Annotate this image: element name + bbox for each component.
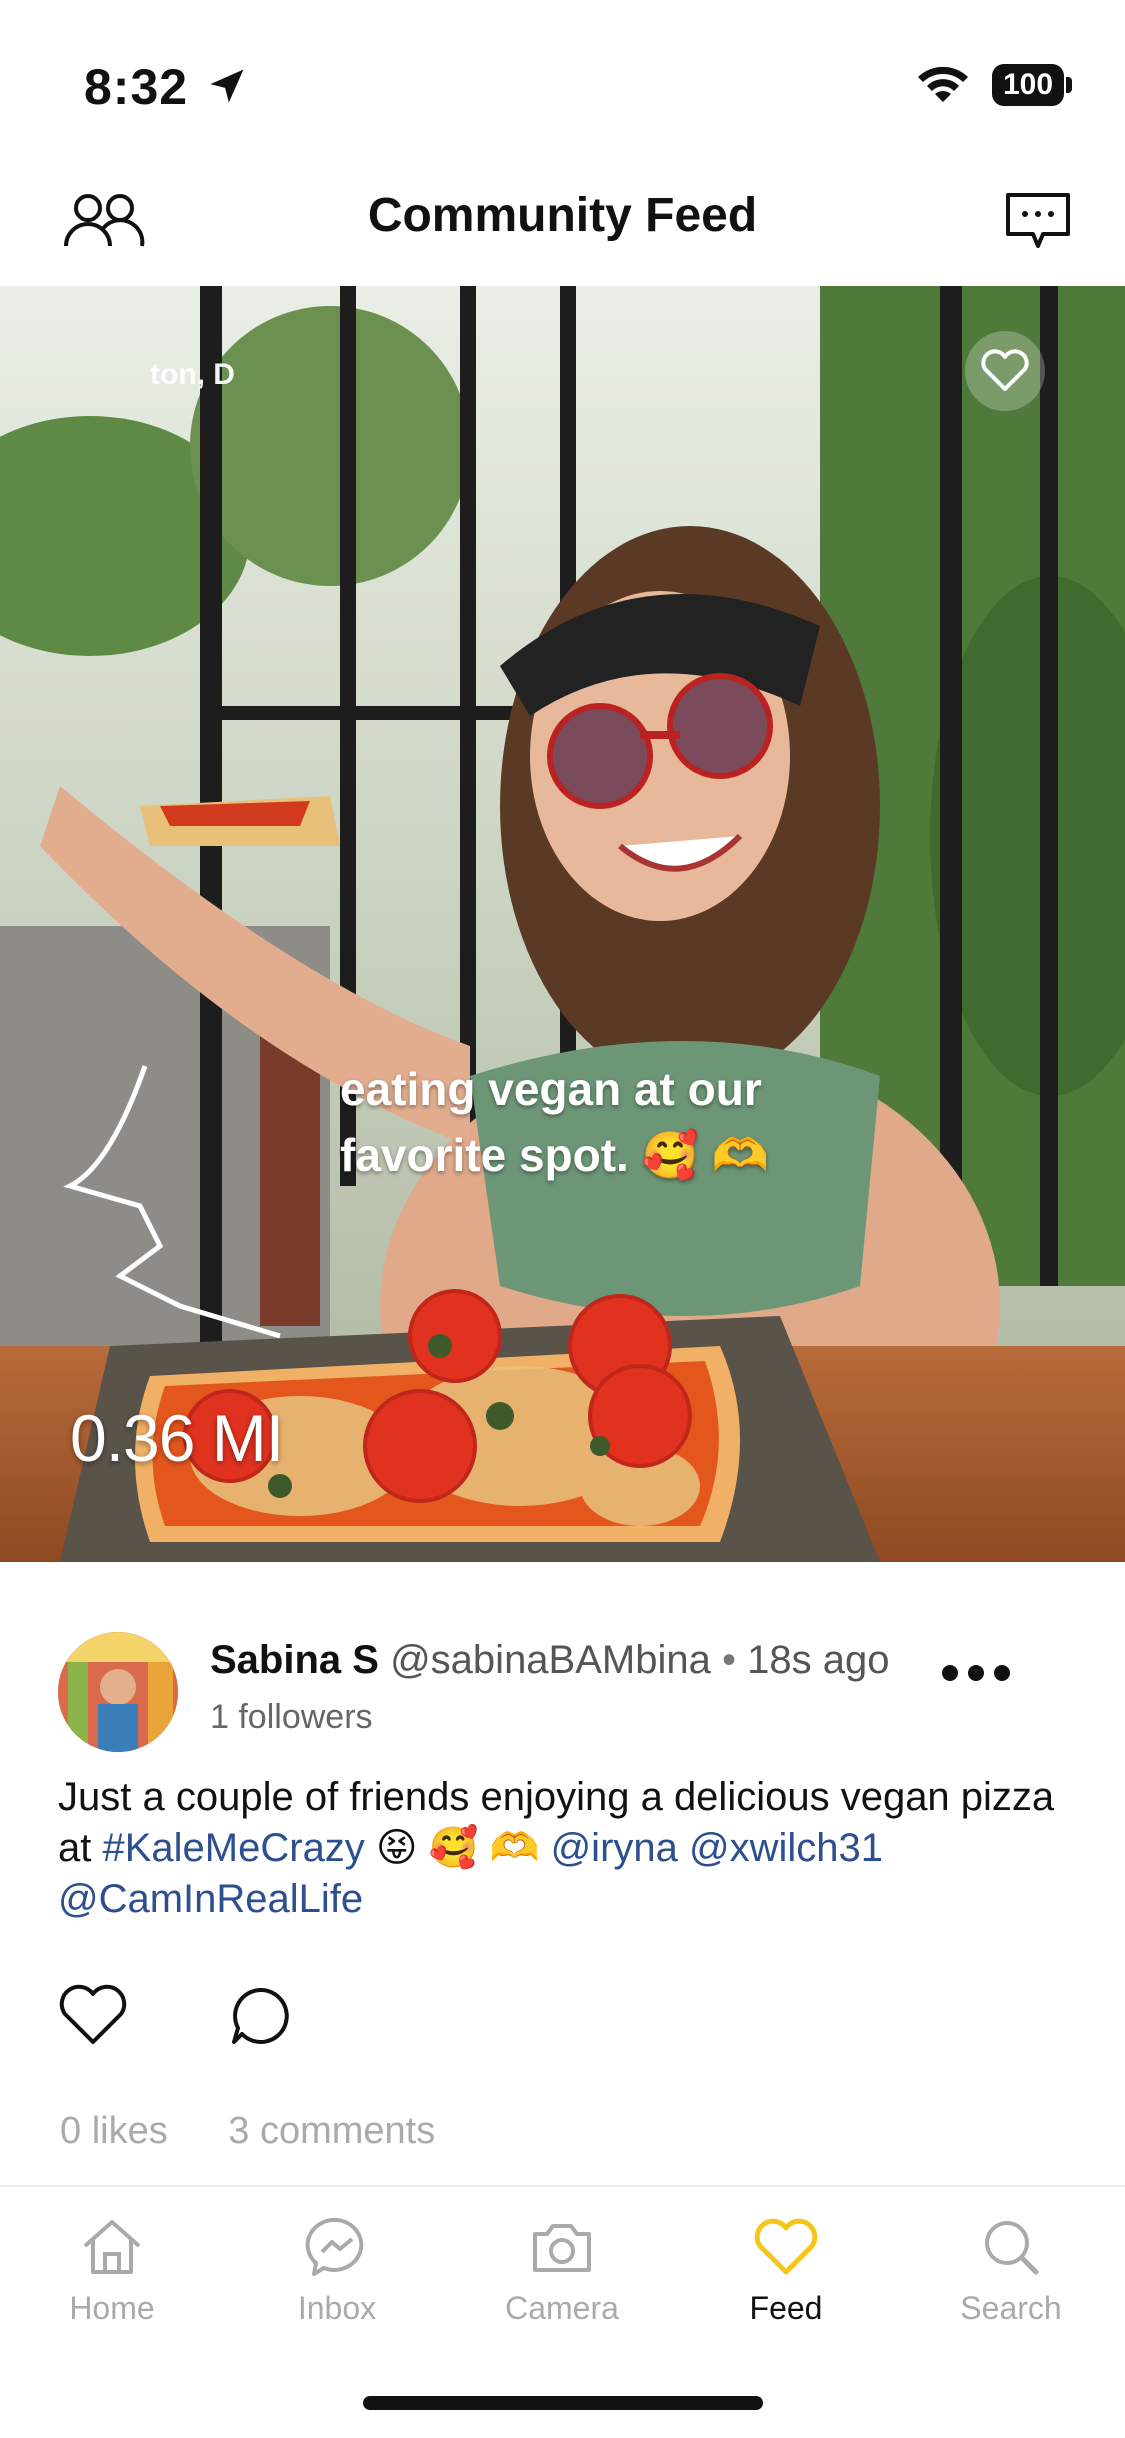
location-arrow-icon <box>210 69 244 103</box>
status-time: 8:32 <box>84 59 189 115</box>
follower-count: 1 followers <box>210 1698 373 1736</box>
tab-inbox[interactable]: Inbox <box>257 2212 417 2327</box>
battery-indicator: 100 <box>992 64 1072 106</box>
comment-count[interactable]: 3 comments <box>228 2110 435 2152</box>
wifi-icon <box>918 66 968 102</box>
separator-dot: • <box>721 1638 736 1682</box>
comment-icon[interactable] <box>228 1984 292 2048</box>
battery-level: 100 <box>992 64 1064 106</box>
post-text: Just a couple of friends enjoying a deli… <box>58 1775 1055 1921</box>
tab-search[interactable]: Search <box>931 2212 1091 2327</box>
heart-icon <box>754 2218 818 2275</box>
like-icon[interactable] <box>58 1984 128 2046</box>
post-photo <box>0 286 1125 1562</box>
hashtag-link[interactable]: #KaleMeCrazy <box>102 1826 364 1870</box>
engagement-counts: 0 likes 3 comments <box>60 2110 485 2153</box>
distance-label: 0.36 MI <box>70 1401 284 1475</box>
messenger-icon <box>305 2217 364 2276</box>
tab-feed[interactable]: Feed <box>706 2212 866 2327</box>
post-author-line: Sabina S @sabinaBAMbina • 18s ago <box>210 1638 889 1683</box>
page-title: Community Feed <box>367 189 758 242</box>
post-timestamp: 18s ago <box>747 1638 890 1682</box>
heart-icon[interactable] <box>965 331 1045 411</box>
mention-link[interactable]: @xwilch31 <box>689 1826 883 1870</box>
top-nav: Community Feed <box>0 150 1125 285</box>
avatar-image <box>58 1632 178 1752</box>
avatar[interactable] <box>58 1632 178 1752</box>
home-indicator[interactable] <box>363 2396 763 2410</box>
author-name[interactable]: Sabina S <box>210 1638 379 1682</box>
search-icon <box>985 2221 1039 2275</box>
author-handle[interactable]: @sabinaBAMbina <box>390 1638 711 1682</box>
chat-icon[interactable] <box>1005 192 1071 250</box>
tab-camera[interactable]: Camera <box>482 2212 642 2327</box>
status-bar: 8:32 100 <box>0 0 1125 150</box>
mention-link[interactable]: @CamInRealLife <box>58 1877 363 1921</box>
mention-link[interactable]: @iryna <box>551 1826 678 1870</box>
post-media[interactable]: ton, D eating vegan at our favorite spot… <box>0 286 1125 1562</box>
camera-icon <box>533 2224 591 2272</box>
home-icon <box>83 2220 141 2274</box>
media-caption: eating vegan at our favorite spot. 🥰 🫶 <box>340 1063 769 1181</box>
like-count[interactable]: 0 likes <box>60 2110 168 2152</box>
more-options-icon[interactable] <box>940 1662 1012 1684</box>
tab-home[interactable]: Home <box>32 2212 192 2327</box>
location-label: ton, D <box>150 358 235 391</box>
